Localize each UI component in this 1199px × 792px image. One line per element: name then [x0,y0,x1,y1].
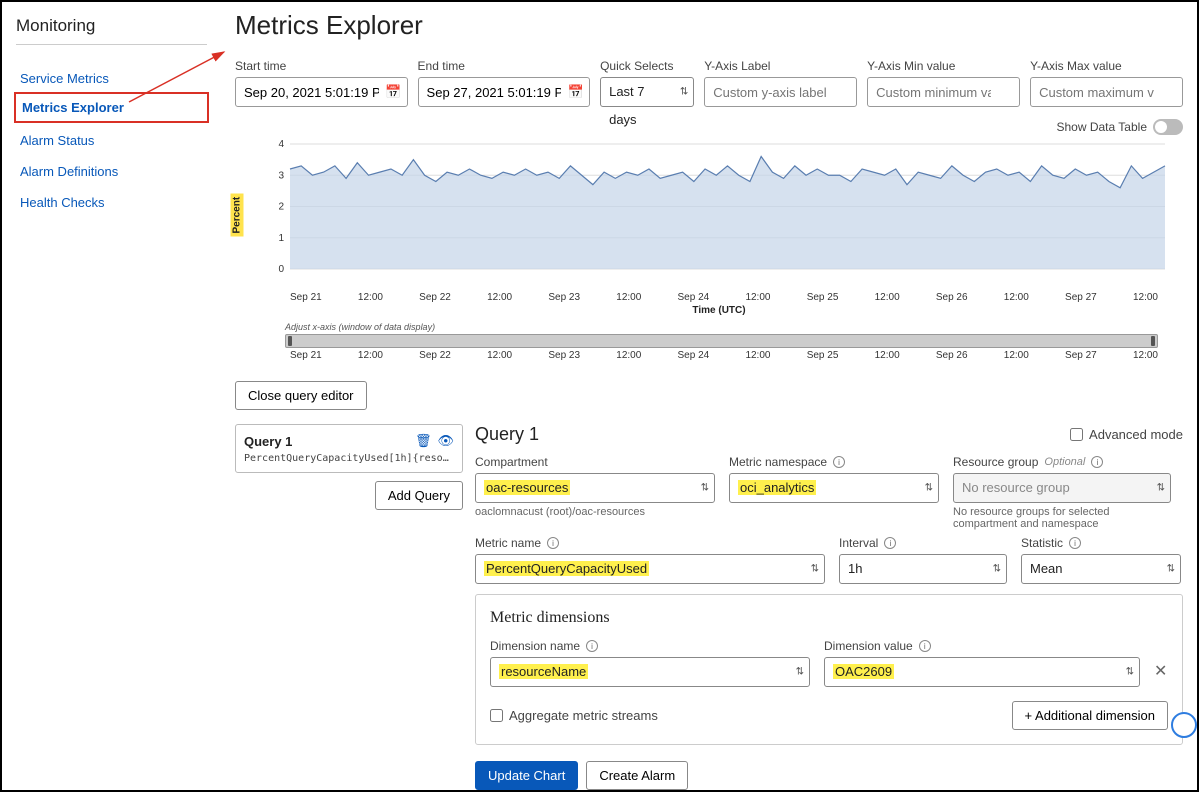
x-axis-slider[interactable] [285,334,1158,348]
y-axis-label: Percent [231,194,244,237]
interval-select[interactable]: 1h [839,554,1007,584]
show-data-table-toggle[interactable] [1153,119,1183,135]
x-axis-label: Time (UTC) [255,305,1183,316]
sidebar-title: Monitoring [16,16,207,36]
y-min-input[interactable] [867,77,1020,107]
aggregate-checkbox[interactable]: Aggregate metric streams [490,708,658,723]
start-time-input[interactable] [235,77,408,107]
y-max-label: Y-Axis Max value [1030,59,1183,73]
nav-alarm-definitions[interactable]: Alarm Definitions [16,156,207,187]
namespace-select[interactable]: oci_analytics [729,473,939,503]
update-chart-button[interactable]: Update Chart [475,761,578,790]
info-icon[interactable]: i [884,537,896,549]
page-title: Metrics Explorer [235,10,1183,41]
slider-label: Adjust x-axis (window of data display) [285,322,1183,332]
dimensions-title: Metric dimensions [490,609,1168,627]
eye-icon[interactable]: 👁 [437,433,454,449]
y-max-input[interactable] [1030,77,1183,107]
start-time-label: Start time [235,59,408,73]
query-detail-title: Query 1 [475,424,539,445]
end-time-label: End time [418,59,591,73]
metric-name-select[interactable]: PercentQueryCapacityUsed [475,554,825,584]
divider [16,44,207,45]
advanced-mode-checkbox[interactable]: Advanced mode [1070,427,1183,442]
close-query-editor-button[interactable]: Close query editor [235,381,367,410]
show-data-table-label: Show Data Table [1056,120,1147,134]
dimension-value-select[interactable]: OAC2609 [824,657,1140,687]
query-expression: PercentQueryCapacityUsed[1h]{resourceNam… [244,453,454,464]
dim-name-label: Dimension name [490,639,580,653]
quick-selects-label: Quick Selects [600,59,694,73]
resource-group-select[interactable]: No resource group [953,473,1171,503]
info-icon[interactable]: i [586,640,598,652]
nav-alarm-status[interactable]: Alarm Status [16,125,207,156]
info-icon[interactable]: i [1069,537,1081,549]
metrics-chart: 0 1 2 3 4 [255,139,1175,289]
statistic-label: Statistic [1021,536,1063,550]
y-label-label: Y-Axis Label [704,59,857,73]
trash-icon[interactable]: 🗑 [415,433,432,449]
query-card-name: Query 1 [244,434,292,449]
info-icon[interactable]: i [1091,456,1103,468]
help-icon[interactable] [1171,712,1197,738]
nav-service-metrics[interactable]: Service Metrics [16,63,207,94]
y-min-label: Y-Axis Min value [867,59,1020,73]
svg-text:3: 3 [278,170,284,181]
dim-value-label: Dimension value [824,639,913,653]
svg-text:4: 4 [278,139,284,150]
namespace-label: Metric namespace [729,455,827,469]
info-icon[interactable]: i [547,537,559,549]
resource-group-helper: No resource groups for selected compartm… [953,506,1171,530]
compartment-label: Compartment [475,455,715,469]
additional-dimension-button[interactable]: + Additional dimension [1012,701,1168,730]
y-label-input[interactable] [704,77,857,107]
add-query-button[interactable]: Add Query [375,481,463,510]
svg-text:2: 2 [278,202,284,213]
statistic-select[interactable]: Mean [1021,554,1181,584]
interval-label: Interval [839,536,878,550]
end-time-input[interactable] [418,77,591,107]
nav-health-checks[interactable]: Health Checks [16,187,207,218]
resource-group-label: Resource group [953,455,1038,469]
create-alarm-button[interactable]: Create Alarm [586,761,688,790]
metric-name-label: Metric name [475,536,541,550]
svg-text:0: 0 [278,264,284,275]
nav-metrics-explorer[interactable]: Metrics Explorer [14,92,209,123]
info-icon[interactable]: i [919,640,931,652]
quick-selects[interactable]: Last 7 days [600,77,694,107]
query-card[interactable]: Query 1 🗑 👁 PercentQueryCapacityUsed[1h]… [235,424,463,473]
compartment-select[interactable]: oac-resources [475,473,715,503]
info-icon[interactable]: i [833,456,845,468]
dimension-name-select[interactable]: resourceName [490,657,810,687]
svg-text:1: 1 [278,233,284,244]
remove-dimension-icon[interactable]: ✕ [1154,661,1167,687]
compartment-helper: oaclomnacust (root)/oac-resources [475,506,715,518]
